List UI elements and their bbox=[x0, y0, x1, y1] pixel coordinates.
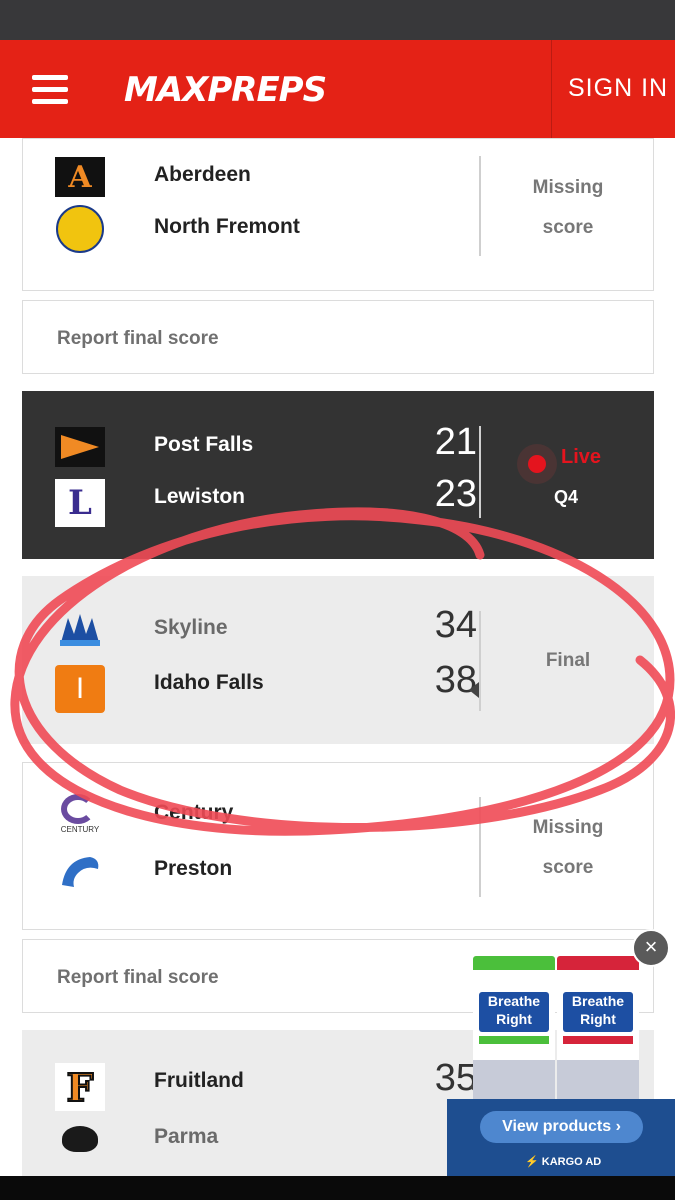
app-header: MAXPREPS SIGN IN bbox=[0, 40, 675, 138]
game-card[interactable]: CENTURY Century Preston Missing score bbox=[22, 762, 654, 930]
team-row: Parma 0 bbox=[55, 1113, 477, 1169]
divider bbox=[479, 156, 481, 256]
sign-in-button[interactable]: SIGN IN bbox=[568, 74, 668, 103]
team-name: Aberdeen bbox=[154, 163, 251, 186]
status-score: score bbox=[542, 217, 594, 238]
team-row: I Idaho Falls 38 bbox=[55, 659, 477, 715]
team-row: Skyline 34 bbox=[55, 604, 477, 660]
post-falls-logo bbox=[55, 427, 105, 467]
kargo-ad-label: ⚡ KARGO AD bbox=[525, 1156, 602, 1168]
status-bar bbox=[0, 0, 675, 40]
team-name: Century bbox=[154, 801, 234, 824]
view-products-button[interactable]: View products › bbox=[480, 1111, 643, 1143]
parma-logo bbox=[55, 1119, 105, 1159]
ad-product-box: Breathe Right bbox=[557, 956, 639, 1111]
report-final-score-link[interactable]: Report final score bbox=[57, 328, 219, 350]
advertisement[interactable]: Breathe Right Breathe Right × View product… bbox=[447, 929, 675, 1176]
game-card[interactable]: A Aberdeen North Fremont Missing score bbox=[22, 138, 654, 291]
live-label: Live bbox=[561, 446, 602, 468]
team-row: CENTURY Century bbox=[55, 794, 475, 845]
team-name: Fruitland bbox=[154, 1069, 244, 1092]
close-ad-icon[interactable]: × bbox=[632, 929, 670, 967]
ad-brand: Breathe Right bbox=[479, 992, 549, 1032]
ad-cta-bar: View products › ⚡ KARGO AD bbox=[447, 1099, 675, 1176]
team-score: 21 bbox=[434, 421, 477, 463]
team-name: Preston bbox=[154, 857, 233, 880]
logo-text: MAXPREPS bbox=[124, 70, 327, 110]
game-card[interactable]: Skyline 34 I Idaho Falls 38 Final bbox=[22, 576, 654, 744]
status-missing: Missing bbox=[532, 177, 604, 198]
status-final: Final bbox=[545, 650, 591, 671]
lewiston-logo: L bbox=[55, 479, 105, 527]
divider bbox=[479, 426, 481, 518]
header-divider bbox=[551, 40, 552, 138]
game-card-live[interactable]: Post Falls 21 L Lewiston 23 Live Q4 bbox=[22, 391, 654, 559]
team-name: Idaho Falls bbox=[154, 671, 264, 694]
ad-product-image[interactable]: Breathe Right Breathe Right bbox=[473, 956, 653, 1111]
fruitland-logo: F bbox=[55, 1063, 105, 1111]
winner-arrow-icon bbox=[469, 682, 479, 698]
report-final-score-link[interactable]: Report final score bbox=[57, 967, 219, 989]
maxpreps-logo[interactable]: MAXPREPS bbox=[124, 60, 327, 120]
team-row: Preston bbox=[55, 851, 475, 901]
status-missing: Missing bbox=[532, 817, 604, 838]
preston-logo bbox=[55, 851, 105, 891]
skyline-logo bbox=[55, 610, 105, 650]
team-row: F Fruitland 35 bbox=[55, 1057, 477, 1113]
century-logo: CENTURY bbox=[55, 794, 105, 835]
team-row: North Fremont bbox=[55, 205, 475, 259]
navigation-bar bbox=[0, 1176, 675, 1200]
aberdeen-logo: A bbox=[55, 157, 105, 197]
north-fremont-logo bbox=[55, 205, 105, 253]
team-row: Post Falls 21 bbox=[55, 421, 477, 477]
team-name: Post Falls bbox=[154, 433, 254, 456]
status-score: score bbox=[542, 857, 594, 878]
report-score-card[interactable]: Report final score bbox=[22, 300, 654, 374]
ad-brand: Breathe Right bbox=[563, 992, 633, 1032]
idaho-falls-logo: I bbox=[55, 665, 105, 713]
team-name: Lewiston bbox=[154, 485, 246, 508]
team-name: Skyline bbox=[154, 616, 228, 639]
live-indicator-icon bbox=[517, 444, 557, 484]
team-row: L Lewiston 23 bbox=[55, 473, 477, 529]
divider bbox=[479, 611, 481, 711]
team-name: North Fremont bbox=[154, 215, 300, 238]
ad-product-box: Breathe Right bbox=[473, 956, 555, 1111]
team-score: 34 bbox=[434, 604, 477, 646]
team-name: Parma bbox=[154, 1125, 219, 1148]
team-score: 38 bbox=[434, 659, 477, 701]
team-score: 23 bbox=[434, 473, 477, 515]
period-label: Q4 bbox=[554, 487, 579, 507]
menu-icon[interactable] bbox=[32, 75, 68, 105]
team-row: A Aberdeen bbox=[55, 157, 475, 207]
divider bbox=[479, 797, 481, 897]
